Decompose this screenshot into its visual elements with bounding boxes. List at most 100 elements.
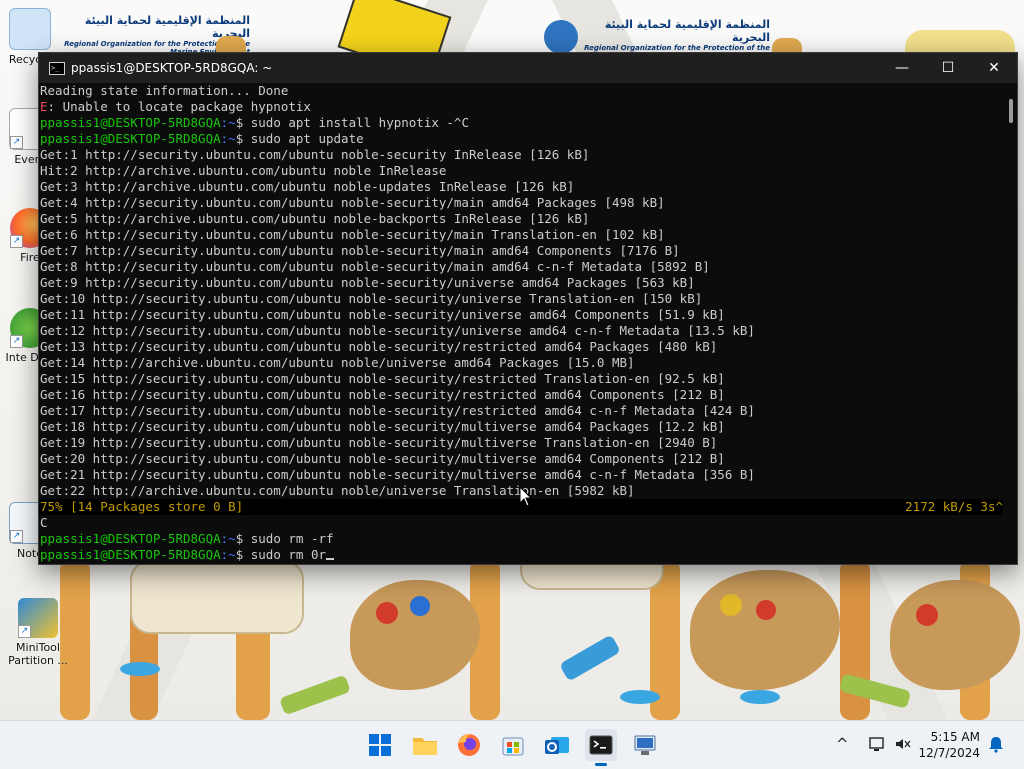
prompt-path: :~	[220, 531, 236, 546]
terminal-line: Get:18 http://security.ubuntu.com/ubuntu…	[40, 419, 725, 434]
prompt-user-host: ppassis1@DESKTOP-5RD8GQA	[40, 531, 221, 546]
prompt-path: :~	[220, 115, 236, 130]
shortcut-arrow-icon: ↗	[10, 335, 23, 348]
terminal-line: E: Unable to locate package hypnotix	[39, 99, 1003, 115]
remote-desktop-icon	[634, 735, 656, 755]
terminal-line: Get:19 http://security.ubuntu.com/ubuntu…	[40, 435, 718, 450]
wallpaper-scroll	[130, 560, 304, 634]
terminal-line: ppassis1@DESKTOP-5RD8GQA:~$ sudo apt upd…	[39, 131, 1003, 147]
prompt-command: $ sudo rm -rf	[235, 531, 334, 546]
terminal-line: Get:6 http://security.ubuntu.com/ubuntu …	[40, 227, 665, 242]
paint-splash	[120, 662, 160, 676]
terminal-line: Get:10 http://security.ubuntu.com/ubuntu…	[40, 291, 703, 306]
progress-status: 75% [14 Packages store 0 B]	[40, 499, 244, 514]
maximize-button[interactable]: ☐	[925, 53, 971, 83]
banner-logo-icon	[544, 20, 578, 54]
terminal-line: ppassis1@DESKTOP-5RD8GQA:~$ sudo rm -rf	[39, 531, 1003, 547]
taskbar-terminal[interactable]	[585, 729, 617, 766]
terminal-line: ppassis1@DESKTOP-5RD8GQA:~$ sudo rm 0r	[39, 547, 1003, 563]
terminal-line: Get:8 http://security.ubuntu.com/ubuntu …	[40, 259, 710, 274]
microsoft-store-icon	[502, 737, 524, 756]
download-rate: 2172 kB/s 3s^	[905, 499, 1003, 514]
terminal-line: Get:4 http://security.ubuntu.com/ubuntu …	[40, 195, 665, 210]
terminal-line: Get:21 http://security.ubuntu.com/ubuntu…	[40, 467, 755, 482]
shortcut-arrow-icon: ↗	[10, 136, 23, 149]
error-message: : Unable to locate package hypnotix	[47, 99, 311, 114]
terminal-line: Get:14 http://archive.ubuntu.com/ubuntu …	[40, 355, 635, 370]
volume-muted-icon	[896, 739, 911, 749]
clock-time: 5:15 AM	[930, 730, 980, 744]
terminal-line: Hit:2 http://archive.ubuntu.com/ubuntu n…	[40, 163, 447, 178]
terminal-scrollbar[interactable]	[1009, 99, 1013, 123]
prompt-path: :~	[220, 547, 236, 562]
outlook-icon	[545, 737, 569, 754]
banner-arabic-text: المنظمة الإقليمية لحماية البيئة البحرية	[604, 18, 770, 44]
paint-tube	[279, 674, 351, 716]
volume-icon[interactable]	[894, 735, 912, 757]
paint-blob	[720, 594, 742, 616]
wallpaper-palette	[890, 580, 1020, 690]
prompt-user-host: ppassis1@DESKTOP-5RD8GQA	[40, 115, 221, 130]
shortcut-arrow-icon: ↗	[10, 235, 23, 248]
wallpaper-palette	[690, 570, 840, 690]
text-cursor	[326, 558, 334, 560]
terminal-line: Get:1 http://security.ubuntu.com/ubuntu …	[40, 147, 590, 162]
firefox-icon	[458, 734, 480, 756]
paint-blob	[756, 600, 776, 620]
terminal-line: Get:7 http://security.ubuntu.com/ubuntu …	[40, 243, 680, 258]
close-button[interactable]: ✕	[971, 53, 1017, 83]
shortcut-arrow-icon: ↗	[10, 530, 23, 543]
taskbar-outlook[interactable]	[541, 729, 573, 761]
paint-blob	[376, 602, 398, 624]
terminal-line: Get:15 http://security.ubuntu.com/ubuntu…	[40, 371, 725, 386]
prompt-path: :~	[220, 131, 236, 146]
minitool-partition-icon: ↗	[18, 598, 58, 638]
minimize-button[interactable]: —	[879, 53, 925, 83]
paint-splash	[740, 690, 780, 704]
terminal-line: Get:13 http://security.ubuntu.com/ubuntu…	[40, 339, 718, 354]
paint-splash	[620, 690, 660, 704]
clock-date: 12/7/2024	[918, 746, 980, 760]
desktop-icon-label: MiniTool Partition ...	[8, 641, 68, 667]
terminal-line: Get:20 http://security.ubuntu.com/ubuntu…	[40, 451, 725, 466]
window-title: ppassis1@DESKTOP-5RD8GQA: ~	[71, 61, 273, 75]
prompt-command: $ sudo rm 0r	[235, 547, 326, 562]
file-explorer-icon	[413, 738, 437, 755]
mouse-pointer-icon	[519, 486, 533, 507]
terminal-line: Get:11 http://security.ubuntu.com/ubuntu…	[40, 307, 725, 322]
shortcut-arrow-icon: ↗	[18, 625, 31, 638]
terminal-line: Get:3 http://archive.ubuntu.com/ubuntu n…	[40, 179, 575, 194]
taskbar-file-explorer[interactable]	[409, 729, 441, 761]
terminal-line: Get:9 http://security.ubuntu.com/ubuntu …	[40, 275, 695, 290]
prompt-user-host: ppassis1@DESKTOP-5RD8GQA	[40, 547, 221, 562]
paint-tube	[559, 634, 621, 682]
terminal-line: C	[40, 515, 48, 530]
network-icon[interactable]	[868, 735, 886, 757]
taskbar-microsoft-store[interactable]	[497, 729, 529, 761]
terminal-line: Get:12 http://security.ubuntu.com/ubuntu…	[40, 323, 755, 338]
terminal-line: Get:16 http://security.ubuntu.com/ubuntu…	[40, 387, 725, 402]
paint-blob	[410, 596, 430, 616]
start-button-icon	[369, 734, 391, 756]
terminal-icon	[589, 735, 613, 755]
taskbar-clock[interactable]: 5:15 AM 12/7/2024	[918, 729, 980, 761]
terminal-titlebar[interactable]: >_ ppassis1@DESKTOP-5RD8GQA: ~ — ☐ ✕	[39, 53, 1017, 83]
terminal-app-icon: >_	[49, 62, 65, 75]
notification-bell-icon	[989, 737, 1003, 753]
taskbar: ^ 5:15 AM 12/7/2024	[0, 720, 1024, 769]
notifications-icon[interactable]	[988, 735, 1004, 757]
terminal-line: Reading state information... Done	[40, 83, 289, 98]
terminal-line: Get:17 http://security.ubuntu.com/ubuntu…	[40, 403, 755, 418]
terminal-line: ppassis1@DESKTOP-5RD8GQA:~$ sudo apt ins…	[39, 115, 1003, 131]
show-hidden-icons-chevron-icon[interactable]: ^	[836, 735, 849, 753]
desktop-icon-minitool[interactable]: ↗ MiniTool Partition ...	[8, 598, 68, 667]
error-prefix: E	[40, 99, 48, 114]
network-status-icon	[869, 737, 884, 751]
prompt-user-host: ppassis1@DESKTOP-5RD8GQA	[40, 131, 221, 146]
paint-blob	[916, 604, 938, 626]
taskbar-remote-desktop[interactable]	[629, 729, 661, 761]
terminal-line: Get:5 http://archive.ubuntu.com/ubuntu n…	[40, 211, 590, 226]
start-button[interactable]	[364, 729, 396, 761]
taskbar-firefox[interactable]	[453, 729, 485, 761]
recycle-bin-icon	[9, 8, 51, 50]
